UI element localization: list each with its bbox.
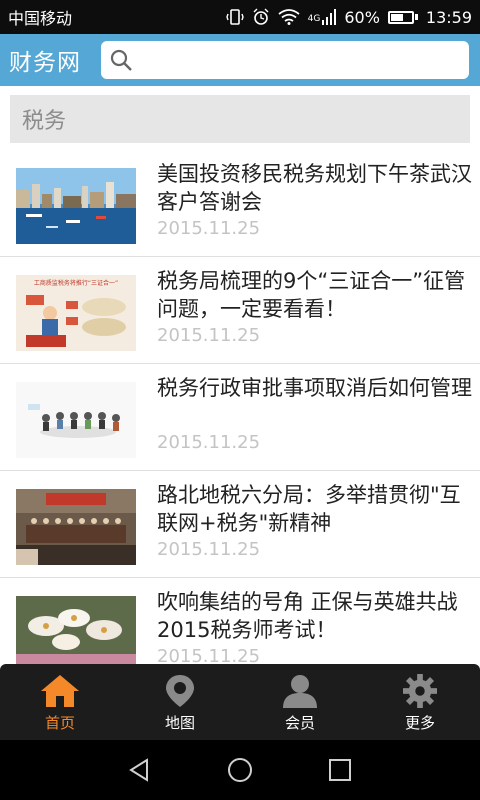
- news-date: 2015.11.25: [157, 539, 261, 560]
- news-thumbnail: [16, 168, 136, 244]
- app-header: 财务网: [0, 34, 480, 86]
- tab-home[interactable]: 首页: [0, 664, 120, 740]
- back-icon[interactable]: [127, 757, 153, 783]
- search-icon: [110, 49, 132, 71]
- tab-map[interactable]: 地图: [120, 664, 240, 740]
- news-date: 2015.11.25: [157, 218, 261, 239]
- news-item[interactable]: 税务行政审批事项取消后如何管理 2015.11.25: [0, 364, 480, 471]
- tab-label: 地图: [164, 714, 195, 732]
- network-type-label: 4G: [307, 13, 321, 24]
- home-circle-icon[interactable]: [227, 757, 253, 783]
- news-item[interactable]: 路北地税六分局：多举措贯彻"互联网+税务"新精神 2015.11.25: [0, 471, 480, 578]
- category-title: 税务: [10, 95, 470, 143]
- news-title: 美国投资移民税务规划下午茶武汉客户答谢会: [157, 162, 472, 214]
- news-thumbnail: [16, 382, 136, 458]
- news-title: 税务局梳理的9个“三证合一”征管问题，一定要看看！: [157, 269, 466, 321]
- tab-label: 会员: [284, 714, 315, 732]
- clock: 13:59: [425, 7, 472, 27]
- tab-label: 首页: [44, 714, 75, 732]
- thumbnail-caption: 工商质监税务将推行“三证合一”: [34, 279, 118, 287]
- status-bar: 中国移动 4G 60% 13:59: [0, 0, 480, 34]
- alarm-icon: [253, 8, 269, 25]
- signal-icon: [322, 9, 337, 25]
- battery-percent: 60%: [344, 7, 380, 27]
- news-thumbnail: 工商质监税务将推行“三证合一”: [16, 275, 136, 351]
- tab-more[interactable]: 更多: [360, 664, 480, 740]
- news-thumbnail: [16, 489, 136, 565]
- news-item[interactable]: 美国投资移民税务规划下午茶武汉客户答谢会 2015.11.25: [0, 150, 480, 257]
- bottom-tab-bar: 首页 地图 会员 更多: [0, 664, 480, 740]
- vibrate-icon: [225, 9, 244, 25]
- system-nav-bar: [0, 740, 480, 800]
- news-item[interactable]: 工商质监税务将推行“三证合一” 税务局梳理的9个“三证合一”征管问题，一定要看看…: [0, 257, 480, 364]
- recents-icon[interactable]: [327, 757, 353, 783]
- search-input[interactable]: [139, 45, 469, 75]
- news-title: 税务行政审批事项取消后如何管理: [157, 376, 472, 400]
- tab-member[interactable]: 会员: [240, 664, 360, 740]
- news-title: 路北地税六分局：多举措贯彻"互联网+税务"新精神: [157, 483, 461, 535]
- search-box[interactable]: [101, 41, 469, 79]
- carrier-name: 中国移动: [8, 9, 73, 28]
- user-icon: [283, 675, 317, 708]
- news-thumbnail: [16, 596, 136, 664]
- news-item[interactable]: 吹响集结的号角 正保与英雄共战2015税务师考试！ 2015.11.25: [0, 578, 480, 664]
- map-pin-icon: [166, 675, 194, 707]
- news-date: 2015.11.25: [157, 325, 261, 346]
- home-icon: [41, 675, 79, 707]
- wifi-icon: [278, 9, 300, 25]
- app-logo: 财务网: [9, 50, 81, 76]
- news-list: 美国投资移民税务规划下午茶武汉客户答谢会 2015.11.25 工商质监税务将推…: [0, 150, 480, 664]
- news-date: 2015.11.25: [157, 646, 261, 664]
- battery-icon: [387, 10, 418, 24]
- gear-icon: [403, 674, 437, 708]
- news-date: 2015.11.25: [157, 432, 261, 453]
- news-title: 吹响集结的号角 正保与英雄共战2015税务师考试！: [157, 590, 458, 642]
- tab-label: 更多: [404, 714, 435, 732]
- status-icons: 4G 60% 13:59: [225, 7, 472, 27]
